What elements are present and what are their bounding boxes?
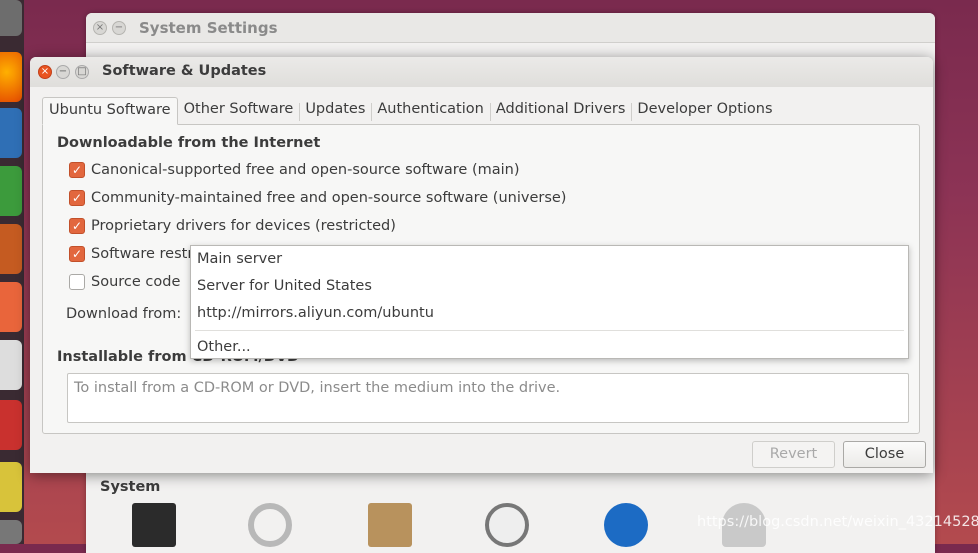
checkbox-multiverse[interactable]: ✓ Software restr (69, 244, 193, 264)
checkbox-label: Software restr (91, 246, 194, 262)
clock-icon[interactable] (485, 503, 529, 547)
tab-other-software[interactable]: Other Software (177, 97, 300, 125)
package-icon[interactable] (368, 503, 412, 547)
server-option-aliyun[interactable]: http://mirrors.aliyun.com/ubuntu (197, 305, 434, 321)
checkbox-source-code[interactable]: Source code (69, 272, 180, 292)
close-icon[interactable]: × (93, 21, 107, 35)
checkbox-checked-icon[interactable]: ✓ (69, 246, 85, 262)
tab-additional-drivers[interactable]: Additional Drivers (489, 97, 632, 125)
checkbox-checked-icon[interactable]: ✓ (69, 162, 85, 178)
checkbox-label: Canonical-supported free and open-source… (91, 162, 520, 178)
system-settings-titlebar: × − System Settings (86, 13, 935, 43)
checkbox-main[interactable]: ✓ Canonical-supported free and open-sour… (69, 160, 520, 180)
launcher (0, 0, 24, 544)
checkbox-universe[interactable]: ✓ Community-maintained free and open-sou… (69, 188, 566, 208)
firefox-icon[interactable] (0, 52, 22, 102)
tab-authentication[interactable]: Authentication (371, 97, 490, 125)
minimize-icon[interactable]: − (112, 21, 126, 35)
checkbox-restricted[interactable]: ✓ Proprietary drivers for devices (restr… (69, 216, 396, 236)
software-center-icon[interactable] (0, 282, 22, 332)
checkbox-unchecked-icon[interactable] (69, 274, 85, 290)
tab-bar: Ubuntu Software Other Software Updates A… (42, 97, 779, 125)
server-option-main[interactable]: Main server (197, 251, 282, 267)
gear-icon[interactable] (248, 503, 292, 547)
download-from-label: Download from: (66, 306, 182, 322)
close-icon[interactable]: × (38, 65, 52, 79)
maximize-icon[interactable]: □ (75, 65, 89, 79)
tab-developer-options[interactable]: Developer Options (631, 97, 779, 125)
close-button[interactable]: Close (843, 441, 926, 468)
safe-icon[interactable] (132, 503, 176, 547)
tab-updates[interactable]: Updates (299, 97, 372, 125)
server-option-us[interactable]: Server for United States (197, 278, 372, 294)
dialog-title: Software & Updates (102, 63, 267, 79)
amazon-icon[interactable] (0, 340, 22, 390)
calc-icon[interactable] (0, 166, 22, 216)
revert-button[interactable]: Revert (752, 441, 835, 468)
checkbox-label: Community-maintained free and open-sourc… (91, 190, 567, 206)
menu-separator (195, 330, 904, 331)
downloadable-title: Downloadable from the Internet (57, 135, 321, 151)
server-option-other[interactable]: Other... (197, 339, 251, 355)
cdrom-list[interactable]: To install from a CD-ROM or DVD, insert … (67, 373, 909, 423)
software-updater-icon[interactable] (0, 462, 22, 512)
checkbox-label: Source code (91, 274, 181, 290)
accessibility-icon[interactable] (604, 503, 648, 547)
files-icon[interactable] (0, 0, 22, 36)
watermark: https://blog.csdn.net/weixin_43214528 (697, 514, 978, 530)
writer-icon[interactable] (0, 108, 22, 158)
settings-icon[interactable] (0, 400, 22, 450)
tab-ubuntu-software[interactable]: Ubuntu Software (42, 97, 178, 125)
checkbox-checked-icon[interactable]: ✓ (69, 218, 85, 234)
download-server-dropdown: Main server Server for United States htt… (190, 245, 909, 359)
section-title: System (100, 479, 161, 495)
checkbox-label: Proprietary drivers for devices (restric… (91, 218, 396, 234)
checkbox-checked-icon[interactable]: ✓ (69, 190, 85, 206)
impress-icon[interactable] (0, 224, 22, 274)
trash-icon[interactable] (0, 520, 22, 544)
minimize-icon[interactable]: − (56, 65, 70, 79)
cdrom-hint: To install from a CD-ROM or DVD, insert … (74, 380, 561, 396)
window-title: System Settings (139, 19, 278, 37)
dialog-titlebar: × − □ Software & Updates (30, 57, 933, 87)
